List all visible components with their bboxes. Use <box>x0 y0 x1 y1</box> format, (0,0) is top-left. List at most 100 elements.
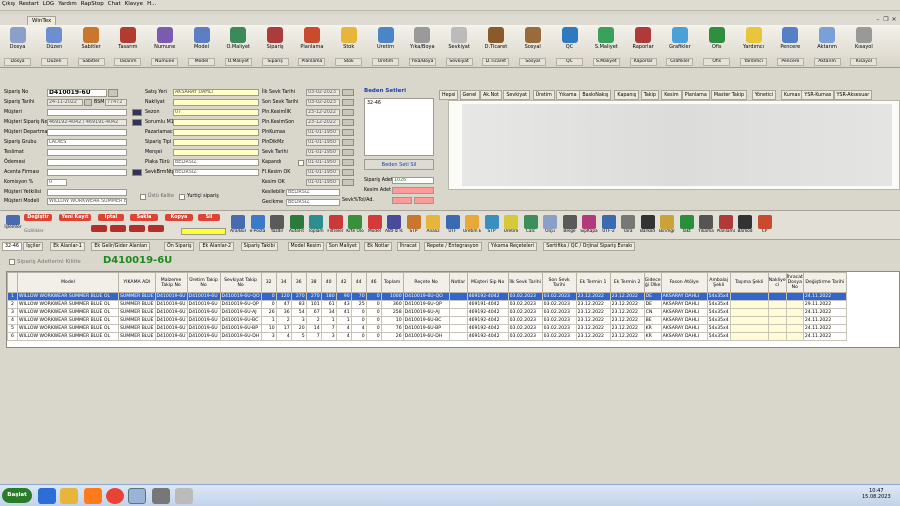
grid-cell[interactable]: 76 <box>380 324 404 333</box>
sevk-tol-field[interactable] <box>392 197 412 204</box>
siparis-no-field[interactable]: D410019-6U <box>47 89 107 97</box>
bsm-field[interactable]: 77472 <box>105 99 127 106</box>
grid-cell[interactable]: AKSARAY DAHLI <box>660 316 708 325</box>
right-tab-12[interactable]: Yönetici <box>751 90 777 100</box>
grid-cell[interactable]: D410019-6U-QO <box>402 292 450 301</box>
odemesi-field[interactable] <box>47 159 127 166</box>
action-icon-25[interactable]: Planlama <box>717 215 735 237</box>
grid-cell[interactable]: 83 <box>290 300 307 309</box>
grid-cell[interactable]: 2 <box>7 300 18 309</box>
grid-cell[interactable]: D410019-6U-BC <box>219 316 262 325</box>
grid-header-21[interactable]: Ek Termin 2 <box>609 272 645 293</box>
menu-item-6[interactable]: Klavye <box>125 1 143 7</box>
toolbar-dropdown-11[interactable]: Yıka/Boya <box>408 58 436 66</box>
action-icon-3[interactable]: AutoFit <box>288 215 306 237</box>
sevk-tarihi-field[interactable]: 01-01-1950 <box>306 149 340 156</box>
beden-list[interactable]: 32-46 <box>364 98 434 156</box>
grid-header-14[interactable]: Toplam <box>380 272 404 293</box>
grid-header-11[interactable]: 42 <box>335 272 352 293</box>
action-icon-17[interactable]: Belge <box>561 215 579 237</box>
grid-header-16[interactable]: Notlar <box>448 272 468 293</box>
grid-cell[interactable] <box>785 332 804 341</box>
nakliyat-field[interactable] <box>173 99 259 106</box>
grid-cell[interactable] <box>448 324 468 333</box>
action-icon-5[interactable]: Filtreler <box>327 215 345 237</box>
sevk-lookup-icon[interactable] <box>132 169 142 176</box>
grid-cell[interactable]: 0 <box>365 300 382 309</box>
grid-cell[interactable]: BE <box>643 316 662 325</box>
order-tab-3[interactable]: Ek Gelir/Gider Alanları <box>91 242 151 251</box>
acenta-field[interactable] <box>47 169 127 176</box>
right-tab-4[interactable]: Üretim <box>532 90 555 100</box>
explorer-icon[interactable] <box>60 488 78 504</box>
grid-cell[interactable]: 2 <box>305 316 322 325</box>
order-tab-4[interactable]: Ön Sipariş <box>163 242 195 251</box>
teslimat-field[interactable] <box>47 149 127 156</box>
grid-cell[interactable]: 23.12.2022 <box>575 300 611 309</box>
grid-cell[interactable] <box>767 332 787 341</box>
chrome-icon[interactable] <box>106 488 124 504</box>
grid-cell[interactable]: D410019-6U <box>154 324 188 333</box>
grid-cell[interactable] <box>785 300 804 309</box>
menu-item-4[interactable]: RapStop <box>81 1 104 7</box>
grid-cell[interactable] <box>767 316 787 325</box>
toolbar-3[interactable]: Tasarım Tasarım <box>114 27 142 66</box>
action-icon-8[interactable]: AktFlz Rz <box>385 215 403 237</box>
grid-cell[interactable]: D410019-6U <box>154 308 188 317</box>
toolbar-dropdown-1[interactable]: Düzen <box>40 58 68 66</box>
right-tab-2[interactable]: Ak.Not <box>480 90 502 100</box>
grid-cell[interactable]: 36 <box>275 308 292 317</box>
order-tab-9[interactable]: Ek Notlar <box>364 242 393 251</box>
toolbar-dropdown-6[interactable]: Ö.Maliyet <box>224 58 252 66</box>
kesim-ok-picker-icon[interactable] <box>342 179 354 186</box>
toolbar-20[interactable]: Yardımcı Yardımcı <box>740 27 767 66</box>
grid-cell[interactable]: SUMMER BLUE <box>118 292 156 301</box>
action-icon-23[interactable]: Takt <box>678 215 696 237</box>
toolbar-23[interactable]: Kısayol Kısayol <box>850 27 878 66</box>
action-icon-14[interactable]: Üretim <box>502 215 520 237</box>
grid-cell[interactable]: 0 <box>260 300 277 309</box>
toolbar-10[interactable]: Üretim Üretim <box>372 27 399 66</box>
grid-cell[interactable]: 54x35x4 <box>706 316 731 325</box>
kapandi-picker-icon[interactable] <box>342 159 354 166</box>
grid-header-20[interactable]: Ek Termin 1 <box>575 272 611 293</box>
fl-kesim-ok-field[interactable]: 01-01-1950 <box>306 169 340 176</box>
musteri-field[interactable] <box>47 109 127 116</box>
kesilebilir-select[interactable]: BELIRSIZ <box>286 189 340 196</box>
grid-cell[interactable]: 24.11.2022 <box>802 324 847 333</box>
grid-header-17[interactable]: Müşteri Sip No <box>466 272 509 293</box>
toolbar-8[interactable]: Planlama Planlama <box>298 27 326 66</box>
grid-cell[interactable]: 3 <box>290 316 307 325</box>
grid-cell[interactable]: AKSARAY DAHLI <box>660 300 708 309</box>
order-tab-2[interactable]: Ek Alanlar-1 <box>50 242 85 251</box>
grid-cell[interactable]: 4 <box>335 332 352 341</box>
toolbar-14[interactable]: Sosyal Sosyal <box>519 27 547 66</box>
action-icon-13[interactable]: STP <box>483 215 501 237</box>
grid-cell[interactable]: 360 <box>380 300 404 309</box>
siparis-grubu-field[interactable]: LADIES <box>47 139 127 146</box>
grid-cell[interactable]: 3 <box>320 332 337 341</box>
right-tab-0[interactable]: Hepsi <box>439 90 459 100</box>
grid-cell[interactable] <box>448 308 468 317</box>
right-tab-13[interactable]: Kumas <box>780 90 803 100</box>
grid-cell[interactable]: 54x35x4 <box>706 324 731 333</box>
grid-cell[interactable]: 0 <box>365 292 382 301</box>
action-icon-18[interactable]: SipKapa <box>580 215 598 237</box>
grid-cell[interactable]: 1 <box>320 316 337 325</box>
grid-header-4[interactable]: Üretim Takip No <box>186 272 221 293</box>
grid-header-22[interactable]: Gidece ği Ülke <box>643 272 662 293</box>
grid-header-18[interactable]: İlk Sevk Tarihi <box>507 272 543 293</box>
toolbar-4[interactable]: Numune Numune <box>151 27 179 66</box>
action-icon-20[interactable]: Tara <box>619 215 637 237</box>
grid-cell[interactable]: 469192-4042 <box>466 292 509 301</box>
grid-cell[interactable]: 4 <box>275 332 292 341</box>
grid-cell[interactable]: 23.12.2022 <box>575 332 611 341</box>
plaka-select[interactable]: BELIRSIZ <box>173 159 259 166</box>
grid-header-0[interactable] <box>7 272 18 293</box>
toolbar-dropdown-19[interactable]: Ofis <box>703 58 731 66</box>
right-tab-1[interactable]: Genel <box>459 90 480 100</box>
grid-cell[interactable]: 47 <box>275 300 292 309</box>
pln-kumas-field[interactable]: 01-01-1950 <box>306 129 340 136</box>
grid-cell[interactable]: 1000 <box>380 292 404 301</box>
grid-cell[interactable] <box>448 292 468 301</box>
